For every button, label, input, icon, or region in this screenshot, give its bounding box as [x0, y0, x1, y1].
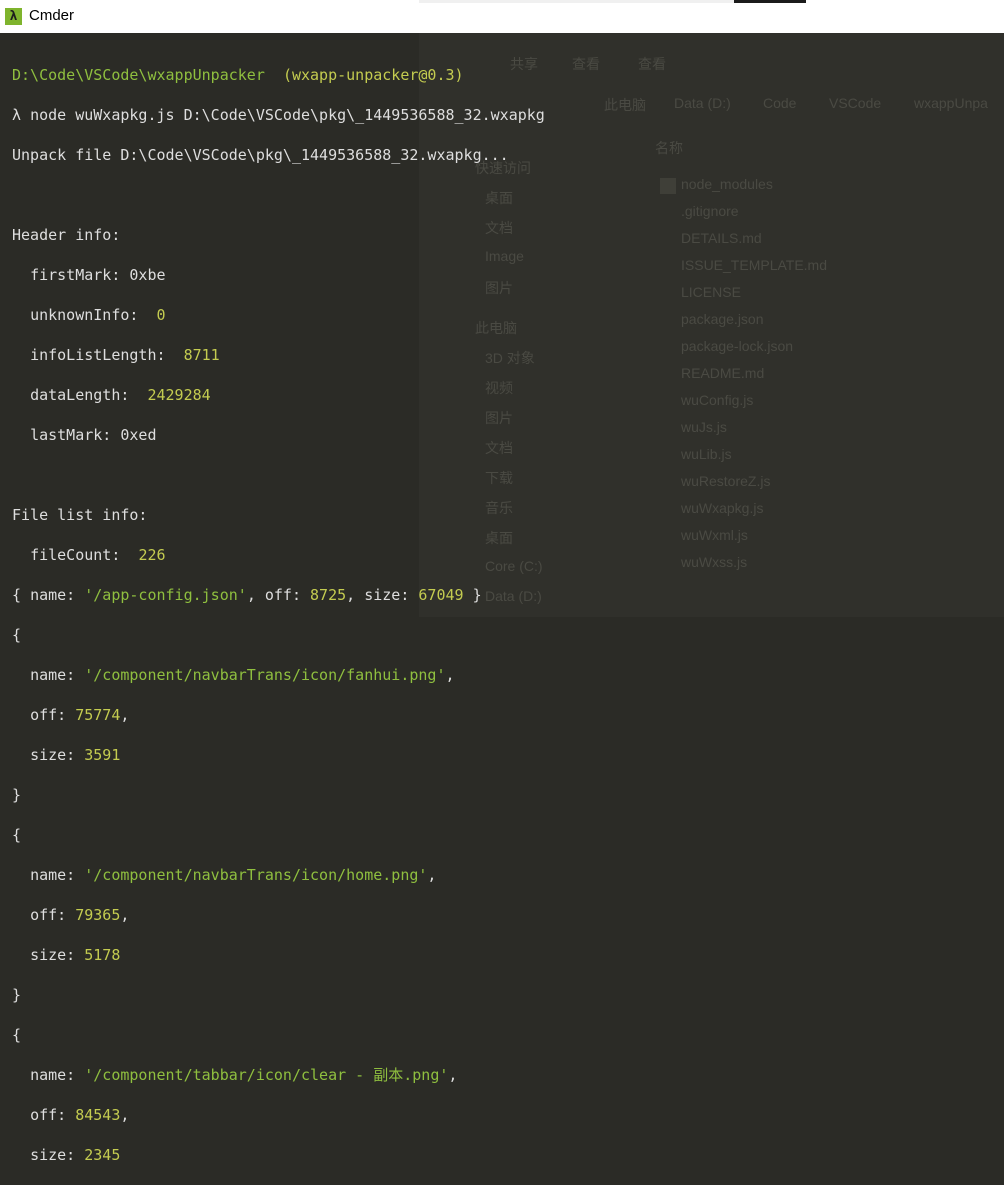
entry-name-value: '/component/navbarTrans/icon/home.png' — [84, 866, 428, 884]
entry-name-value: '/component/navbarTrans/icon/fanhui.png' — [84, 666, 446, 684]
entry-off-key: off: — [30, 1106, 67, 1124]
terminal-output[interactable]: D:\Code\VSCode\wxappUnpacker (wxapp-unpa… — [12, 45, 1002, 1185]
file-count-value: 226 — [138, 546, 166, 564]
unknown-info-value: 0 — [156, 306, 166, 324]
file-list-title: File list info: — [12, 506, 148, 524]
info-list-length-line: infoListLength: 8711 — [12, 345, 1002, 365]
entry-off-key: off: — [30, 706, 67, 724]
brace-open: { — [12, 1026, 22, 1044]
entry-size-value: 67049 — [418, 586, 464, 604]
prompt-lambda: λ — [12, 106, 22, 124]
entry-name-value: '/component/tabbar/icon/clear - 副本.png' — [84, 1066, 449, 1084]
entry-off-key: off: — [30, 906, 67, 924]
entry-line: { name: '/app-config.json', off: 8725, s… — [12, 586, 482, 604]
unpack-line: Unpack file D:\Code\VSCode\pkg\_14495365… — [12, 146, 509, 164]
file-count-key: fileCount: — [30, 546, 121, 564]
titlebar-strip-dark — [734, 0, 806, 3]
entry-size-value: 2345 — [84, 1146, 121, 1164]
entry-name-key: name: — [30, 866, 76, 884]
entry-name-line: name: '/component/tabbar/icon/clear - 副本… — [30, 1066, 458, 1084]
window-titlebar[interactable]: λ Cmder — [0, 0, 1004, 33]
info-list-length-key: infoListLength: — [30, 346, 166, 364]
entry-size-line: size: 3591 — [12, 745, 1002, 765]
entry-name-key: name: — [30, 586, 76, 604]
brace-open: { — [12, 826, 22, 844]
entry-size-key: size: — [30, 1146, 76, 1164]
last-mark-line: lastMark: 0xed — [12, 425, 1002, 445]
unknown-info-line: unknownInfo: 0 — [12, 305, 1002, 325]
prompt-line: D:\Code\VSCode\wxappUnpacker (wxapp-unpa… — [12, 65, 1002, 85]
file-count-line: fileCount: 226 — [12, 545, 1002, 565]
entry-size-key: size: — [30, 946, 76, 964]
command-line: λ node wuWxapkg.js D:\Code\VSCode\pkg\_1… — [12, 105, 1002, 125]
entry-size-value: 5178 — [84, 946, 121, 964]
prompt-package: (wxapp-unpacker@0.3) — [282, 66, 464, 84]
unknown-info-key: unknownInfo: — [30, 306, 139, 324]
entry-off-line: off: 84543, — [30, 1106, 130, 1124]
brace-close: } — [12, 786, 22, 804]
info-list-length-value: 8711 — [183, 346, 220, 364]
entry-name-line: name: '/component/navbarTrans/icon/fanhu… — [30, 666, 455, 684]
entry-off-value: 79365 — [75, 906, 121, 924]
entry-size-line: size: 5178 — [12, 945, 1002, 965]
data-length-value: 2429284 — [147, 386, 211, 404]
entry-off-key: off: — [264, 586, 301, 604]
brace-close: } — [12, 986, 22, 1004]
entry-size-key: size: — [364, 586, 410, 604]
entry-size-key: size: — [30, 746, 76, 764]
first-mark-value: 0xbe — [129, 266, 166, 284]
data-length-key: dataLength: — [30, 386, 130, 404]
entry-off-value: 75774 — [75, 706, 121, 724]
entry-off-value: 8725 — [310, 586, 347, 604]
cmder-lambda-icon: λ — [5, 8, 22, 25]
entry-name-key: name: — [30, 666, 76, 684]
entry-off-line: off: 75774, — [30, 706, 130, 724]
entry-size-line: size: 2345 — [12, 1145, 1002, 1165]
entry-off-value: 84543 — [75, 1106, 121, 1124]
titlebar-strip — [419, 0, 734, 3]
window-title: Cmder — [29, 7, 75, 24]
entry-name-line: name: '/component/navbarTrans/icon/home.… — [30, 866, 437, 884]
header-title: Header info: — [12, 226, 121, 244]
command-text: node wuWxapkg.js D:\Code\VSCode\pkg\_144… — [30, 106, 545, 124]
entry-name-key: name: — [30, 1066, 76, 1084]
entry-size-value: 3591 — [84, 746, 121, 764]
prompt-path: D:\Code\VSCode\wxappUnpacker — [12, 66, 265, 84]
last-mark-key: lastMark: — [30, 426, 112, 444]
brace-open: { — [12, 626, 22, 644]
entry-name-value: '/app-config.json' — [84, 586, 247, 604]
entry-off-line: off: 79365, — [30, 906, 130, 924]
data-length-line: dataLength: 2429284 — [12, 385, 1002, 405]
last-mark-value: 0xed — [120, 426, 157, 444]
first-mark-key: firstMark: — [30, 266, 121, 284]
first-mark-line: firstMark: 0xbe — [12, 265, 1002, 285]
